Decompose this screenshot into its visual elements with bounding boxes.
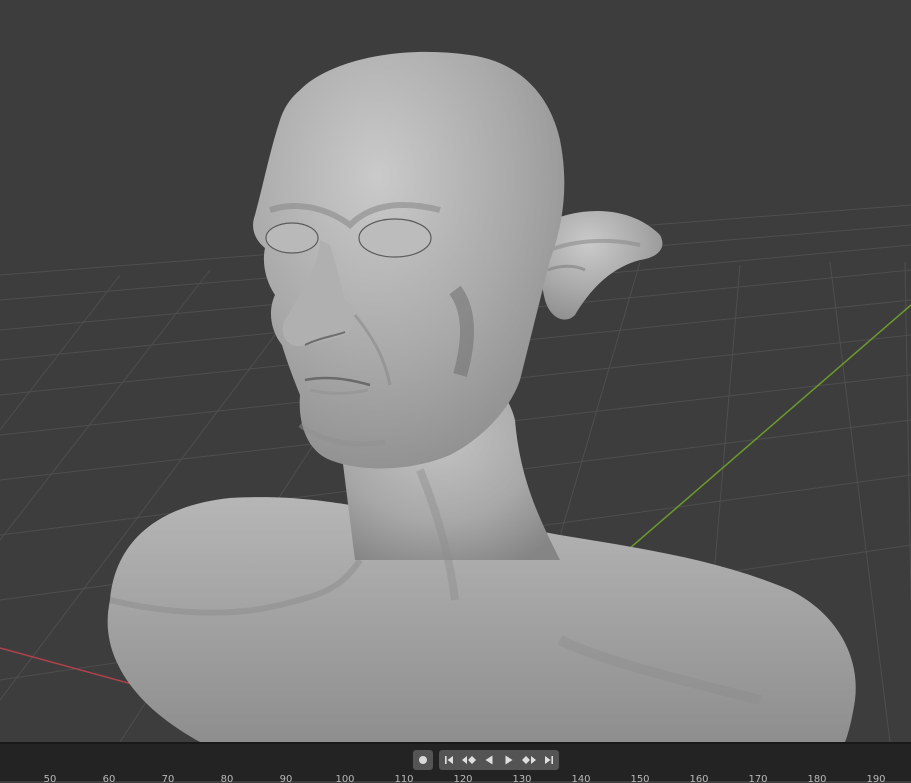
play-icon [505, 755, 513, 765]
frame-tick: 120 [453, 774, 473, 783]
record-icon [419, 756, 427, 764]
bust-head [253, 51, 565, 469]
play-reverse-button[interactable] [479, 750, 499, 770]
jump-to-start-button[interactable] [439, 750, 459, 770]
frame-tick: 160 [689, 774, 709, 783]
frame-tick: 80 [220, 774, 234, 783]
jump-to-end-button[interactable] [539, 750, 559, 770]
next-keyframe-button[interactable] [519, 750, 539, 770]
frame-tick: 60 [102, 774, 116, 783]
frame-tick: 110 [394, 774, 414, 783]
play-button[interactable] [499, 750, 519, 770]
frame-tick: 190 [866, 774, 886, 783]
playback-controls [413, 749, 559, 771]
record-button[interactable] [413, 750, 433, 770]
frame-tick: 50 [43, 774, 57, 783]
viewport-scene [0, 51, 911, 742]
frame-tick: 150 [630, 774, 650, 783]
frame-tick: 100 [335, 774, 355, 783]
3d-viewport[interactable] [0, 0, 911, 742]
frame-tick: 70 [161, 774, 175, 783]
frame-tick: 90 [279, 774, 293, 783]
timeline-bar: 50 60 70 80 90 100 110 120 130 140 150 1… [0, 742, 911, 783]
next-keyframe-icon [522, 756, 536, 764]
frame-ruler[interactable]: 50 60 70 80 90 100 110 120 130 140 150 1… [0, 772, 911, 783]
jump-end-icon [545, 756, 553, 764]
frame-tick: 140 [571, 774, 591, 783]
jump-start-icon [445, 756, 453, 764]
prev-keyframe-icon [462, 756, 476, 764]
bust-left-eye [265, 222, 319, 254]
frame-tick: 180 [807, 774, 827, 783]
frame-tick: 130 [512, 774, 532, 783]
play-reverse-icon [485, 755, 493, 765]
frame-tick: 170 [748, 774, 768, 783]
previous-keyframe-button[interactable] [459, 750, 479, 770]
bust-right-eye [358, 218, 432, 258]
